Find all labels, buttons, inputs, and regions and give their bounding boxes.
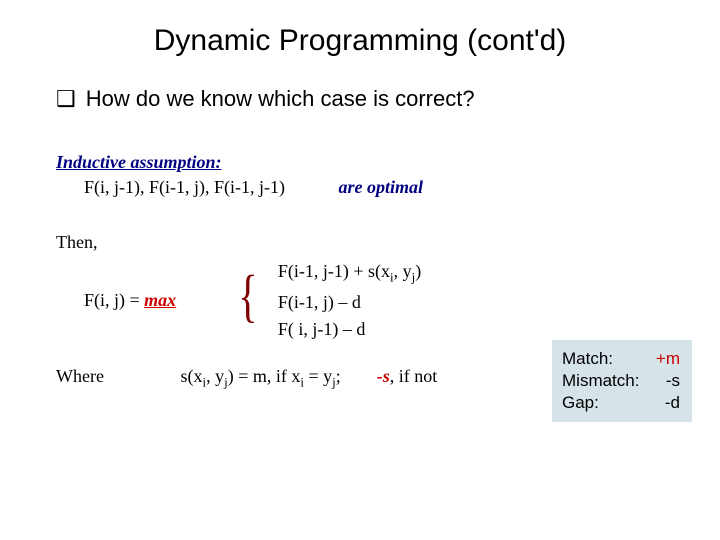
neg-s: -s	[377, 366, 390, 386]
max-lhs-pre: F(i, j) =	[84, 290, 144, 310]
max-cases: F(i-1, j-1) + s(xi, yj) F(i-1, j) – d F(…	[278, 261, 421, 340]
case-2: F(i-1, j) – d	[278, 292, 421, 313]
inductive-assumption-label: Inductive assumption:	[56, 152, 670, 173]
legend-match-value: +m	[656, 348, 680, 370]
slide-title: Dynamic Programming (cont'd)	[50, 24, 670, 58]
legend-mismatch: Mismatch: -s	[562, 370, 680, 392]
brace-icon: {	[238, 267, 257, 325]
scoring-legend: Match: +m Mismatch: -s Gap: -d	[552, 340, 692, 422]
where-label: Where	[56, 366, 176, 387]
legend-gap: Gap: -d	[562, 392, 680, 414]
legend-mismatch-label: Mismatch:	[562, 370, 639, 392]
inductive-rhs: are optimal	[339, 177, 424, 197]
case-1: F(i-1, j-1) + s(xi, yj)	[278, 261, 421, 286]
legend-match: Match: +m	[562, 348, 680, 370]
legend-match-label: Match:	[562, 348, 613, 370]
case-3: F( i, j-1) – d	[278, 319, 421, 340]
legend-mismatch-value: -s	[666, 370, 680, 392]
bullet-icon: ❑	[56, 86, 76, 111]
then-label: Then,	[56, 232, 670, 253]
legend-gap-value: -d	[665, 392, 680, 414]
if-not: , if not	[390, 366, 438, 386]
max-word: max	[144, 290, 176, 310]
max-definition: F(i, j) = max { F(i-1, j-1) + s(xi, yj) …	[84, 261, 670, 340]
question-line: ❑ How do we know which case is correct?	[56, 86, 670, 112]
max-lhs: F(i, j) = max	[84, 290, 234, 311]
inductive-lhs: F(i, j-1), F(i-1, j), F(i-1, j-1)	[84, 177, 334, 198]
inductive-assumption-line: F(i, j-1), F(i-1, j), F(i-1, j-1) are op…	[84, 177, 670, 198]
s-definition: s(xi, yj) = m, if xi = yj; -s, if not	[181, 366, 438, 386]
question-text: How do we know which case is correct?	[86, 86, 475, 111]
legend-gap-label: Gap:	[562, 392, 599, 414]
